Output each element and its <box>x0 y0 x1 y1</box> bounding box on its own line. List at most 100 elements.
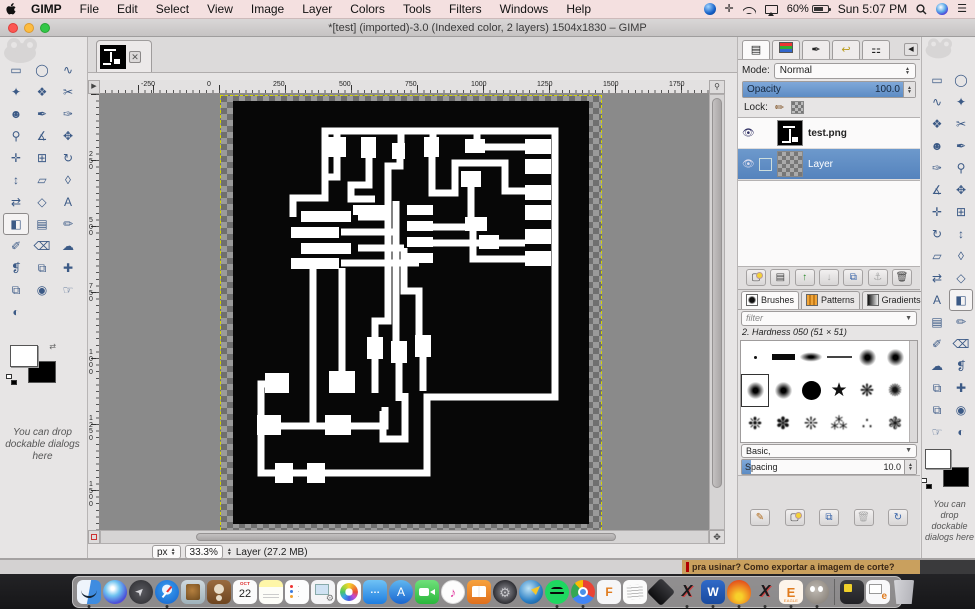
notification-center-icon[interactable]: ☰ <box>957 4 967 15</box>
foreground-color-swatch[interactable] <box>925 449 951 469</box>
unit-dropdown[interactable]: px▲▼ <box>152 545 181 559</box>
tool-scissors-select[interactable]: ✂ <box>55 81 81 103</box>
brush-soft[interactable] <box>881 341 909 374</box>
tool-paintbrush[interactable]: ✐ <box>3 235 29 257</box>
tool-pencil[interactable]: ✏ <box>949 311 973 333</box>
tool-pencil[interactable]: ✏ <box>55 213 81 235</box>
vertical-scrollbar-thumb[interactable] <box>712 98 722 488</box>
brush-stamp[interactable]: ★ <box>825 374 853 407</box>
opacity-slider[interactable]: Opacity 100.0 ▲▼ <box>742 81 916 98</box>
tool-zoom[interactable]: ⚲ <box>3 125 29 147</box>
tool-shear[interactable]: ▱ <box>925 245 949 267</box>
app-status-icon[interactable] <box>704 3 716 15</box>
dock-trash[interactable] <box>892 580 916 604</box>
image-tab[interactable]: ✕ <box>96 40 152 72</box>
brush-stamp[interactable]: ❉ <box>741 407 769 440</box>
tool-clone[interactable]: ⧉ <box>29 257 55 279</box>
tool-bucket-fill[interactable]: ◧ <box>3 213 29 235</box>
brush-soft[interactable] <box>853 341 881 374</box>
tool-dodge-burn[interactable]: ◐ <box>949 421 973 443</box>
tool-airbrush[interactable]: ☁ <box>55 235 81 257</box>
spacing-slider[interactable]: Spacing 10.0 ▲▼ <box>741 459 917 475</box>
brush-stamp[interactable]: ❊ <box>797 407 825 440</box>
menu-select[interactable]: Select <box>147 0 198 19</box>
tool-eraser[interactable]: ⌫ <box>29 235 55 257</box>
tab-pointer[interactable]: ⚏ <box>862 40 890 59</box>
mode-dropdown[interactable]: Normal▲▼ <box>774 63 916 79</box>
brush-stamp[interactable]: ∴ <box>853 407 881 440</box>
horizontal-scrollbar-thumb[interactable] <box>196 533 616 541</box>
tool-move[interactable]: ✥ <box>55 125 81 147</box>
tool-flip[interactable]: ⇄ <box>3 191 29 213</box>
tool-free-select[interactable]: ∿ <box>55 59 81 81</box>
tool-select-by-color[interactable]: ❖ <box>29 81 55 103</box>
tool-text[interactable]: A <box>925 289 949 311</box>
dock-eagledoc[interactable] <box>866 580 890 604</box>
dock-fusion360[interactable]: F <box>597 580 621 604</box>
tool-foreground-select[interactable]: ☻ <box>925 135 949 157</box>
dock-xquartz[interactable]: X <box>675 580 699 604</box>
tool-measure[interactable]: ∡ <box>29 125 55 147</box>
dock-appstore[interactable]: A <box>389 580 413 604</box>
tool-clone[interactable]: ⧉ <box>925 377 949 399</box>
default-colors-icon[interactable] <box>6 374 15 383</box>
swap-colors-icon[interactable]: ⇄ <box>49 342 56 351</box>
tool-ellipse-select[interactable]: ◯ <box>949 69 973 91</box>
move-status-icon[interactable]: ✛ <box>725 4 734 15</box>
raise-layer-button[interactable]: ↑ <box>795 269 815 286</box>
tool-paths[interactable]: ✒ <box>29 103 55 125</box>
tool-fuzzy-select[interactable]: ✦ <box>949 91 973 113</box>
tool-foreground-select[interactable]: ☻ <box>3 103 29 125</box>
tool-free-select[interactable]: ∿ <box>925 91 949 113</box>
dock-launchpad[interactable]: ➤ <box>129 580 153 604</box>
quick-mask-button[interactable] <box>88 530 100 544</box>
tool-paths[interactable]: ✒ <box>949 135 973 157</box>
lower-layer-button[interactable]: ↓ <box>819 269 839 286</box>
brush-filter-input[interactable]: filter▼ <box>741 311 917 326</box>
tab-paths[interactable]: ✒ <box>802 40 830 59</box>
tool-color-picker[interactable]: ✑ <box>925 157 949 179</box>
tool-perspective[interactable]: ◊ <box>949 245 973 267</box>
tool-ink[interactable]: ❡ <box>949 355 973 377</box>
new-group-button[interactable]: ▤ <box>770 269 790 286</box>
tool-scale[interactable]: ↕ <box>3 169 29 191</box>
tool-ink[interactable]: ❡ <box>3 257 29 279</box>
tool-fuzzy-select[interactable]: ✦ <box>3 81 29 103</box>
brush-dot[interactable] <box>741 341 769 374</box>
dock-spotify[interactable] <box>545 580 569 604</box>
tab-patterns[interactable]: Patterns <box>801 291 860 309</box>
tool-airbrush[interactable]: ☁ <box>925 355 949 377</box>
dock-photos[interactable] <box>337 580 361 604</box>
menu-colors[interactable]: Colors <box>341 0 394 19</box>
dock-chrome[interactable] <box>571 580 595 604</box>
layer-name[interactable]: Layer <box>808 159 833 170</box>
horizontal-ruler[interactable]: -25002505007501000125015001750 <box>100 80 709 94</box>
brush-stamp[interactable]: ❋ <box>853 374 881 407</box>
menu-windows[interactable]: Windows <box>491 0 558 19</box>
brush-line[interactable] <box>825 341 853 374</box>
dock-textedit[interactable] <box>623 580 647 604</box>
tool-crop[interactable]: ⊞ <box>29 147 55 169</box>
airplay-icon[interactable] <box>765 5 778 14</box>
brush-soft[interactable] <box>741 374 769 407</box>
refresh-brushes-button[interactable]: ↻ <box>888 509 908 526</box>
brush-set-dropdown[interactable]: Basic,▼ <box>741 444 917 458</box>
edit-brush-button[interactable]: ✎ <box>750 509 770 526</box>
dock-eagle[interactable]: EEAGLE <box>779 580 803 604</box>
brush-bar[interactable] <box>769 341 797 374</box>
foreground-color-swatch[interactable] <box>10 345 38 367</box>
tab-layers[interactable]: ▤ <box>742 40 770 59</box>
tool-gradient[interactable]: ▤ <box>925 311 949 333</box>
tool-blur-sharpen[interactable]: ◉ <box>949 399 973 421</box>
tool-select-by-color[interactable]: ❖ <box>925 113 949 135</box>
battery-indicator[interactable]: 60% <box>787 3 829 15</box>
tool-smudge[interactable]: ☞ <box>55 279 81 301</box>
tool-cage-transform[interactable]: ◇ <box>29 191 55 213</box>
tool-bucket-fill[interactable]: ◧ <box>949 289 973 311</box>
tab-undo-history[interactable]: ↩ <box>832 40 860 59</box>
menu-tools[interactable]: Tools <box>394 0 440 19</box>
apple-menu[interactable] <box>0 2 22 16</box>
dock-xquartz2[interactable]: X <box>753 580 777 604</box>
tool-text[interactable]: A <box>55 191 81 213</box>
dock-safari[interactable] <box>155 580 179 604</box>
